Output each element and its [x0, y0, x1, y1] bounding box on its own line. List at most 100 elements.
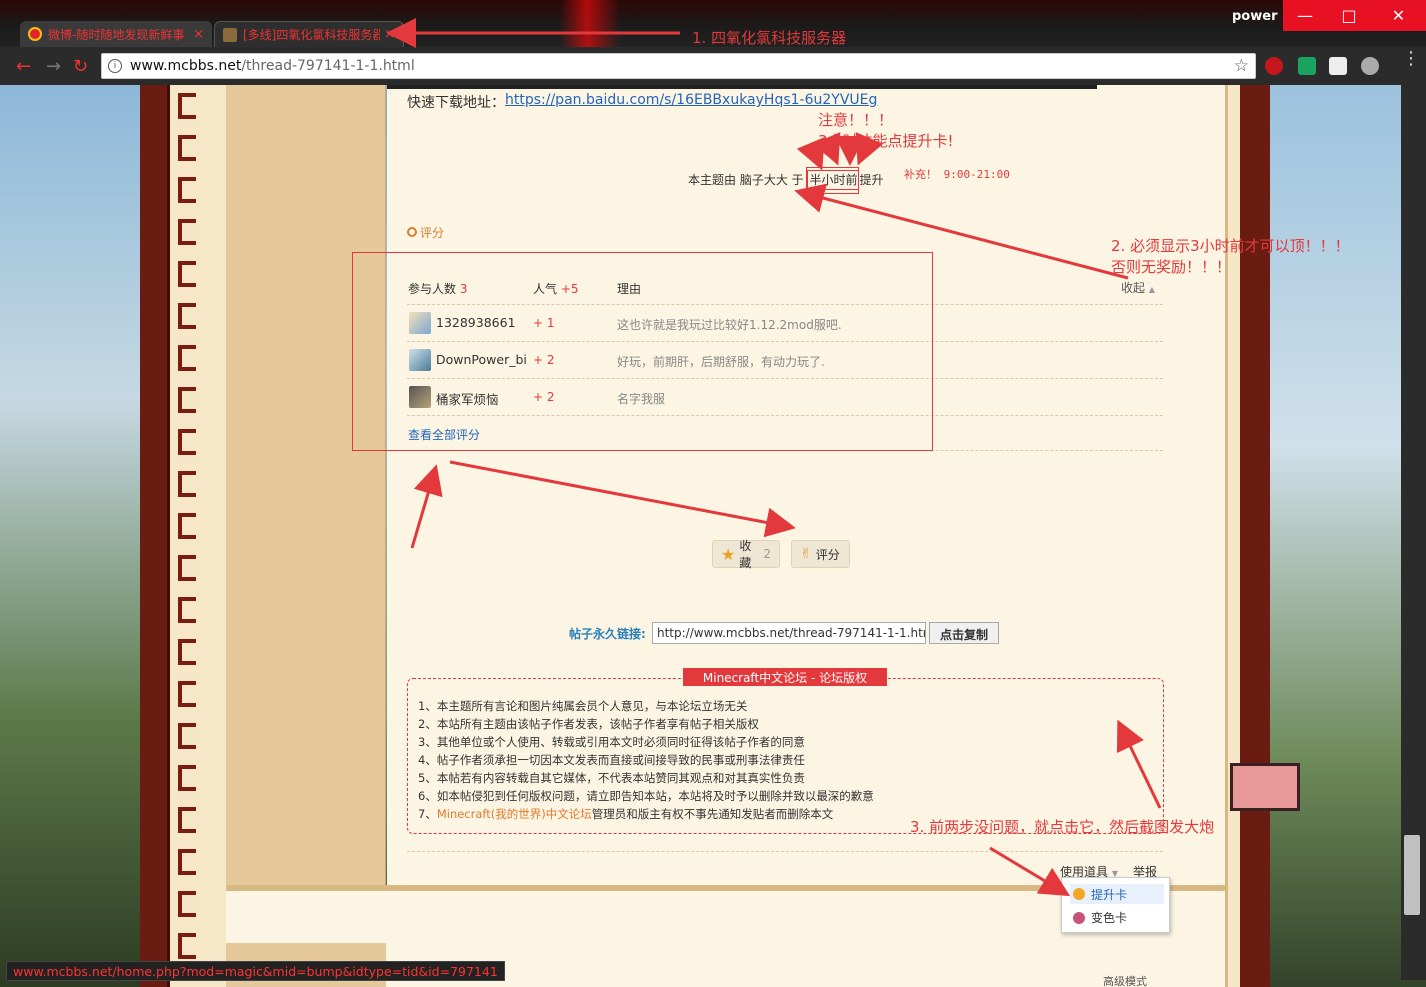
tab-mcbbs[interactable]: [多线]四氧化氯科技服务器 × — [214, 21, 404, 47]
menu-item-label: 变色卡 — [1091, 911, 1128, 925]
annotation-note-line1: 注意！！！ — [818, 111, 894, 129]
back-arrow-icon[interactable]: ← — [16, 56, 31, 77]
scrollbar-thumb[interactable] — [1404, 835, 1420, 915]
divider — [407, 851, 1163, 852]
menu-item-color-card[interactable]: 变色卡 — [1070, 909, 1127, 926]
extension-glasses-icon[interactable] — [1329, 57, 1347, 75]
minecraft-block-icon — [223, 27, 237, 42]
background-streak — [560, 0, 620, 47]
annotation-note-line2: 3小时才能点提升卡! — [818, 132, 954, 150]
collapse-link[interactable]: 收起 ▲ — [1121, 279, 1155, 296]
frame-ornament — [178, 849, 196, 875]
bump-prefix: 本主题由 脑子大大 于 — [688, 173, 804, 187]
bump-card-icon — [1073, 888, 1085, 900]
supplement-note: 补充！ 9:00-21:00 — [904, 168, 1010, 181]
frame-ornament — [178, 177, 196, 203]
maximize-button[interactable]: □ — [1327, 0, 1371, 31]
frame-ornament — [178, 723, 196, 749]
copyright-line: 3、其他单位或个人使用、转载或引用本文时必须同时征得该帖子作者的同意 — [418, 735, 805, 749]
author-sidebar — [226, 85, 386, 890]
web-page: 快速下载地址： https://pan.baidu.com/s/16EBBxuk… — [0, 85, 1426, 987]
annotation-step2-line2: 否则无奖励！！！ — [1111, 258, 1232, 276]
frame-ornament — [178, 555, 196, 581]
annotation-step1: 1. 四氧化氯科技服务器 — [692, 29, 847, 47]
profile-name[interactable]: power — [1232, 9, 1277, 24]
forum-link[interactable]: Minecraft(我的世界)中文论坛 — [437, 807, 592, 821]
thumbs-up-icon: ✌ — [800, 546, 812, 562]
frame-ornament — [178, 219, 196, 245]
info-icon[interactable]: i — [108, 59, 122, 73]
tab-weibo[interactable]: 微博-随时随地发现新鲜事 × — [20, 21, 212, 47]
minimize-button[interactable]: — — [1283, 0, 1327, 31]
copy-link-button[interactable]: 点击复制 — [929, 622, 999, 644]
forward-arrow-icon[interactable]: → — [46, 56, 61, 77]
tab-close-icon[interactable]: × — [384, 27, 395, 42]
menu-item-label: 提升卡 — [1091, 887, 1128, 902]
favorite-label: 收藏 — [739, 539, 752, 570]
copyright-line: 4、帖子作者须承担一切因本文发表而直接或间接导致的民事或刑事法律责任 — [418, 753, 805, 767]
item-popup-menu: 提升卡 变色卡 — [1061, 877, 1170, 933]
extension-hand-icon[interactable] — [1298, 57, 1316, 75]
line-text: 管理员和版主有权不事先通知发贴者而删除本文 — [591, 807, 834, 821]
status-url-bar: www.mcbbs.net/home.php?mod=magic&mid=bum… — [6, 961, 505, 981]
bookmark-star-icon[interactable]: ☆ — [1234, 56, 1249, 76]
frame-left — [140, 85, 170, 987]
frame-ornament — [178, 303, 196, 329]
browser-toolbar: ← → ↻ i www.mcbbs.net/thread-797141-1-1.… — [0, 47, 1426, 85]
browser-menu-icon[interactable]: ⋮ — [1402, 50, 1420, 68]
chevron-up-icon: ▲ — [1148, 285, 1155, 294]
rating-title: 评分 — [420, 226, 445, 240]
favorite-button[interactable]: ★ 收藏 2 — [712, 539, 780, 570]
extension-ghost-icon[interactable] — [1361, 57, 1379, 75]
annotation-box-time — [806, 167, 859, 194]
frame-ornament — [178, 345, 196, 371]
permalink-field[interactable]: http://www.mcbbs.net/thread-797141-1-1.h… — [652, 622, 926, 644]
bump-suffix: 提升 — [859, 173, 884, 187]
pig-mascot — [1230, 763, 1300, 811]
copyright-title: Minecraft中文论坛 - 论坛版权 — [683, 668, 887, 686]
tab-close-icon[interactable]: × — [193, 27, 204, 42]
background-left — [0, 85, 140, 987]
favorite-count: 2 — [763, 547, 771, 561]
copyright-line: 6、如本帖侵犯到任何版权问题，请立即告知本站，本站将及时予以删除并致以最深的歉意 — [418, 789, 874, 803]
frame-ornament — [178, 891, 196, 917]
menu-item-bump-card[interactable]: 提升卡 — [1070, 884, 1164, 904]
frame-ornament — [178, 135, 196, 161]
frame-ornament — [178, 387, 196, 413]
close-window-button[interactable]: ✕ — [1371, 0, 1426, 31]
advanced-mode-link[interactable]: 高级模式 — [1103, 973, 1147, 987]
star-icon: ★ — [721, 544, 736, 564]
frame-ornament — [178, 933, 196, 959]
url-path: /thread-797141-1-1.html — [241, 58, 415, 74]
frame-ornament — [178, 639, 196, 665]
permalink-label: 帖子永久链接: — [569, 627, 646, 641]
frame-right-outer — [1240, 85, 1270, 987]
annotation-step2-line1: 2. 必须显示3小时前才可以顶！！！ — [1111, 237, 1350, 255]
address-bar[interactable]: i www.mcbbs.net/thread-797141-1-1.html ☆ — [101, 53, 1256, 79]
download-link[interactable]: https://pan.baidu.com/s/16EBBxukayHqs1-6… — [505, 92, 877, 108]
rate-label: 评分 — [815, 547, 840, 562]
tab-title: [多线]四氧化氯科技服务器 — [243, 28, 381, 42]
line-number: 7、 — [418, 807, 437, 821]
rating-section-title: 评分 — [407, 224, 444, 241]
frame-ornament — [178, 681, 196, 707]
color-card-icon — [1073, 911, 1085, 924]
frame-ornament — [178, 597, 196, 623]
weibo-icon — [28, 27, 42, 41]
copyright-line: 2、本站所有主题由该帖子作者发表，该帖子作者享有帖子相关版权 — [418, 717, 759, 731]
rate-button[interactable]: ✌ 评分 — [791, 540, 850, 568]
rating-circle-icon — [407, 227, 417, 237]
url-host: www.mcbbs.net — [130, 58, 242, 74]
copyright-line: 7、Minecraft(我的世界)中文论坛管理员和版主有权不事先通知发贴者而删除… — [418, 806, 833, 822]
copyright-line: 5、本帖若有内容转载自其它媒体，不代表本站赞同其观点和对其真实性负责 — [418, 771, 805, 785]
browser-window: 微博-随时随地发现新鲜事 × [多线]四氧化氯科技服务器 × power — □… — [0, 0, 1426, 987]
reload-icon[interactable]: ↻ — [73, 56, 88, 77]
frame-ornament — [178, 807, 196, 833]
frame-ornament — [178, 765, 196, 791]
post-divider — [387, 85, 1097, 89]
frame-ornament — [178, 471, 196, 497]
copyright-line: 1、本主题所有言论和图片纯属会员个人意见，与本论坛立场无关 — [418, 699, 748, 713]
download-label: 快速下载地址： — [407, 95, 505, 111]
collapse-label: 收起 — [1121, 281, 1146, 295]
adblock-icon[interactable] — [1265, 57, 1283, 75]
